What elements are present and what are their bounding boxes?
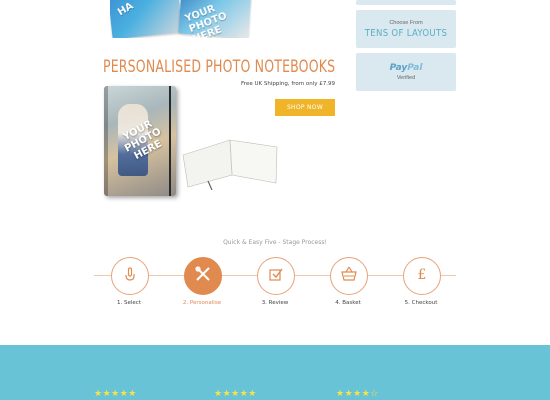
info-box-top — [356, 0, 456, 5]
layouts-info-box: Choose From TENS OF LAYOUTS — [356, 10, 456, 48]
reviews-band — [0, 345, 550, 400]
tools-icon — [194, 265, 212, 287]
process-title: Quick & Easy Five - Stage Process! — [223, 239, 327, 246]
process-step-label: 5. Checkout — [404, 300, 438, 306]
layouts-caption: Choose From — [389, 19, 423, 26]
shop-now-button[interactable]: SHOP NOW — [275, 99, 335, 116]
process-step-2[interactable] — [184, 257, 222, 295]
process-step-4[interactable] — [330, 257, 368, 295]
review-stars: ★★★★★ — [94, 389, 137, 399]
process-step-label: 4. Basket — [335, 300, 361, 306]
open-notebook-image — [182, 139, 278, 190]
paypal-info-box: PayPal Verified — [356, 53, 456, 91]
process-step-label: 2. Personalise — [182, 300, 222, 306]
process-step-label: 1. Select — [117, 300, 141, 306]
paypal-logo: PayPal — [389, 63, 423, 73]
review-stars: ★★★★★ — [214, 389, 257, 399]
shipping-info: Free UK Shipping, from only £7.99 — [241, 81, 335, 87]
process-step-1[interactable] — [111, 257, 149, 295]
paypal-verified-label: Verified — [396, 75, 416, 81]
hand-pointer-icon — [122, 266, 138, 286]
pound-icon: £ — [414, 266, 430, 286]
product-title: PERSONALISED PHOTO NOTEBOOKS — [102, 57, 335, 77]
basket-icon — [339, 266, 359, 286]
photo-book-cover: YOUR PHOTO HERE — [178, 0, 252, 38]
process-step-3[interactable] — [257, 257, 295, 295]
review-stars: ★★★★☆ — [336, 389, 379, 399]
notebook-image[interactable]: YOUR PHOTO HERE — [104, 86, 176, 196]
photo-watermark: YOUR PHOTO HERE — [183, 3, 229, 38]
process-step-5[interactable]: £ — [403, 257, 441, 295]
photo-book-cover: HA — [110, 0, 183, 38]
checkbox-icon — [268, 266, 284, 286]
process-step-label: 3. Review — [261, 300, 289, 306]
layouts-headline: TENS OF LAYOUTS — [364, 27, 448, 39]
svg-text:£: £ — [418, 267, 427, 282]
top-product-image: HA YOUR PHOTO HERE — [110, 0, 280, 38]
photo-watermark: HA — [115, 0, 136, 19]
